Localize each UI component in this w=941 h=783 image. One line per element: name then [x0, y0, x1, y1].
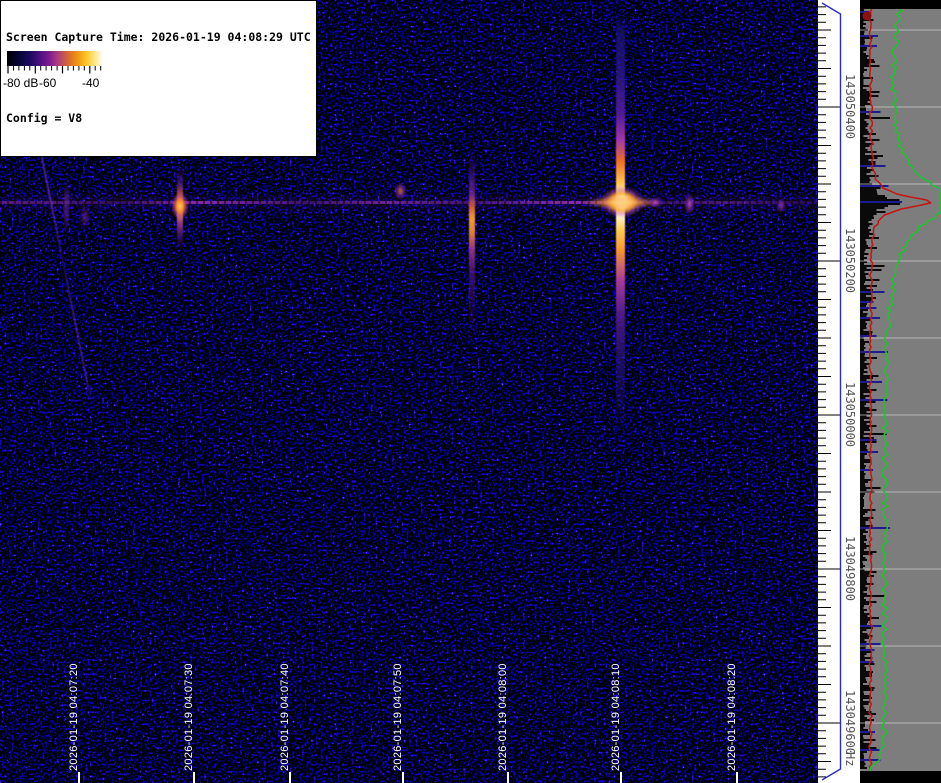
colorbar-labels: -80 dB -60 -40 [2, 76, 105, 94]
time-axis-tick [620, 772, 622, 783]
spectrum-plot [860, 0, 941, 783]
live-spectrum-panel [860, 0, 941, 783]
capture-time-text: Screen Capture Time: 2026-01-19 04:08:29… [6, 31, 311, 45]
time-axis-label: 2026-01-19 04:07:20 [68, 663, 80, 771]
time-axis-tick [507, 772, 509, 783]
time-axis-label: 2026-01-19 04:07:30 [183, 663, 195, 771]
colorbar-label-max: -40 [82, 76, 99, 90]
frequency-axis-label: 143050000 [843, 382, 857, 447]
colorbar-legend: -80 dB -60 -40 [2, 47, 105, 97]
frequency-ruler: 143050400 143050200 143050000 143049800 1430… [818, 0, 860, 783]
colorbar-gradient [7, 51, 103, 66]
frequency-axis-label: 143050400 [843, 74, 857, 139]
colorbar-label-mid: -60 [39, 76, 56, 90]
time-axis-tick [736, 772, 738, 783]
frequency-axis-label: 143049800 [843, 536, 857, 601]
frequency-axis-label: 143050200 [843, 228, 857, 293]
time-axis-label: 2026-01-19 04:08:20 [726, 663, 738, 771]
time-axis-label: 2026-01-19 04:07:50 [392, 663, 404, 771]
frequency-unit-label: Hz [843, 752, 857, 766]
colorbar-label-min: -80 dB [3, 76, 38, 90]
colorbar-ticks [7, 66, 103, 75]
time-axis-tick [289, 772, 291, 783]
time-axis-tick [78, 772, 80, 783]
time-axis-label: 2026-01-19 04:08:00 [497, 663, 509, 771]
time-axis-tick [193, 772, 195, 783]
time-axis-label: 2026-01-19 04:08:10 [610, 663, 622, 771]
time-axis-label: 2026-01-19 04:07:40 [279, 663, 291, 771]
frequency-axis-label: 143049600 [843, 690, 857, 755]
capture-config-text: Config = V8 [6, 112, 311, 126]
screen-capture-root: 2026-01-19 04:07:20 2026-01-19 04:07:30 20… [0, 0, 941, 783]
time-axis-tick [402, 772, 404, 783]
